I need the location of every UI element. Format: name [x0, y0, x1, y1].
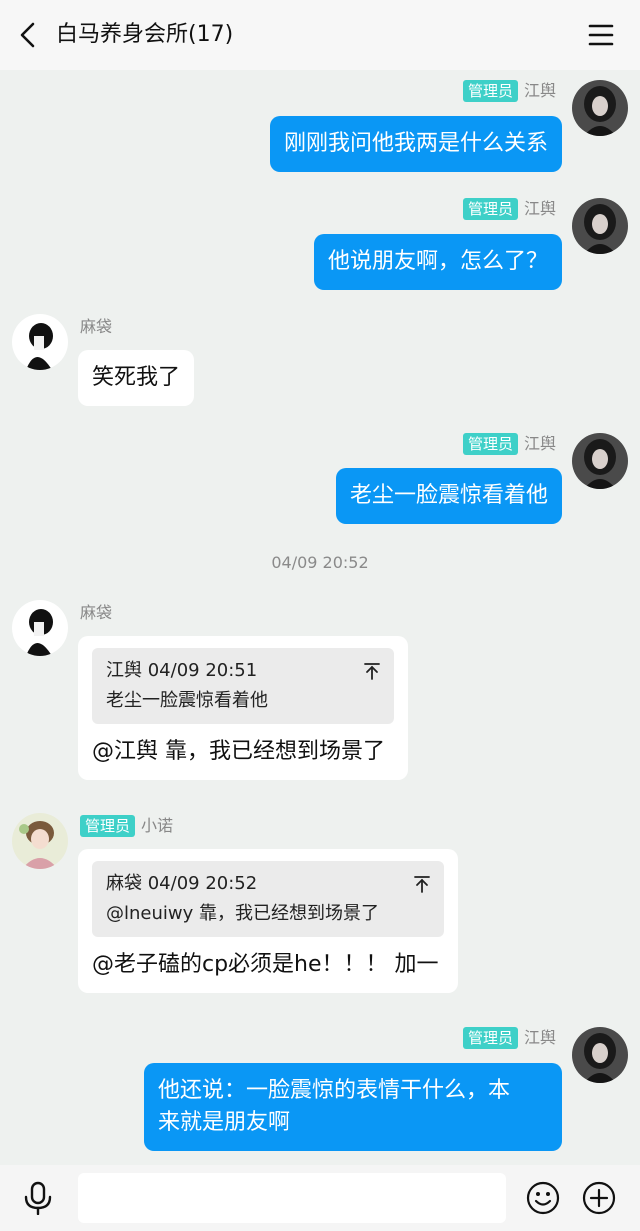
admin-badge: 管理员	[462, 80, 518, 102]
message-bubble[interactable]: 他说朋友啊，怎么了？	[313, 234, 562, 290]
admin-badge: 管理员	[462, 198, 518, 220]
quote-header: 麻袋 04/09 20:52	[106, 873, 258, 894]
message-text-line: 他还说：一脸震惊的表情干什么，本	[158, 1078, 511, 1103]
quote-header: 江舆 04/09 20:51	[106, 660, 258, 681]
sender-meta: 管理员 江舆	[462, 433, 556, 455]
message-text: @江舆 靠，我已经想到场景了	[92, 739, 385, 764]
message-bubble[interactable]: 他还说：一脸震惊的表情干什么，本 来就是朋友啊	[144, 1063, 562, 1151]
sender-meta: 管理员 小诺	[80, 815, 173, 837]
message-text: @老子磕的cp必须是he！！！ 加一	[92, 952, 439, 977]
admin-badge: 管理员	[80, 815, 136, 837]
plus-icon[interactable]	[582, 1181, 616, 1215]
avatar[interactable]	[572, 1027, 628, 1083]
sender-name: 麻袋	[80, 603, 113, 622]
avatar[interactable]	[572, 198, 628, 254]
microphone-icon[interactable]	[22, 1181, 54, 1216]
message-text: 笑死我了	[92, 365, 181, 390]
group-title: 白马养身会所(17)	[56, 22, 234, 47]
sender-meta: 麻袋	[80, 316, 112, 338]
avatar[interactable]	[12, 813, 68, 869]
message-bubble[interactable]: 麻袋 04/09 20:52 @lneuiwy 靠，我已经想到场景了 @老子磕的…	[78, 849, 458, 993]
avatar[interactable]	[572, 80, 628, 136]
sender-name: 江舆	[523, 434, 556, 453]
quote-text: 老尘一脸震惊看着他	[106, 690, 268, 711]
quoted-message[interactable]: 麻袋 04/09 20:52 @lneuiwy 靠，我已经想到场景了	[92, 861, 444, 937]
sender-meta: 麻袋	[80, 602, 112, 624]
message-text-line: 来就是朋友啊	[158, 1110, 291, 1135]
message-text: 他说朋友啊，怎么了？	[327, 249, 548, 274]
input-bar	[0, 1165, 640, 1231]
admin-badge: 管理员	[462, 433, 518, 455]
chat-area[interactable]: 管理员 江舆 刚刚我问他我两是什么关系 管理员 江舆 他说朋友啊，怎么了？ 麻袋 笑…	[0, 70, 640, 1165]
timestamp: 04/09 20:52	[271, 553, 369, 572]
emoji-icon[interactable]	[526, 1181, 560, 1215]
pin-top-icon[interactable]	[364, 660, 380, 680]
message-bubble[interactable]: 江舆 04/09 20:51 老尘一脸震惊看着他 @江舆 靠，我已经想到场景了	[78, 636, 408, 780]
quoted-message[interactable]: 江舆 04/09 20:51 老尘一脸震惊看着他	[92, 648, 394, 724]
sender-name: 麻袋	[80, 317, 113, 336]
message-bubble[interactable]: 老尘一脸震惊看着他	[335, 468, 562, 524]
avatar[interactable]	[12, 600, 68, 656]
message-bubble[interactable]: 刚刚我问他我两是什么关系	[269, 116, 562, 172]
sender-name: 小诺	[141, 816, 174, 835]
quote-text: @lneuiwy 靠，我已经想到场景了	[106, 903, 379, 924]
sender-name: 江舆	[523, 81, 556, 100]
back-arrow-icon[interactable]	[14, 20, 44, 50]
message-text: 刚刚我问他我两是什么关系	[283, 131, 548, 156]
admin-badge: 管理员	[462, 1027, 518, 1049]
avatar[interactable]	[572, 433, 628, 489]
chat-header: 白马养身会所(17)	[0, 0, 640, 70]
sender-name: 江舆	[523, 1028, 556, 1047]
sender-meta: 管理员 江舆	[462, 1027, 556, 1049]
sender-meta: 管理员 江舆	[462, 80, 556, 102]
avatar[interactable]	[12, 314, 68, 370]
pin-top-icon[interactable]	[414, 873, 430, 893]
message-text: 老尘一脸震惊看着他	[349, 483, 548, 508]
message-bubble[interactable]: 笑死我了	[78, 350, 195, 406]
message-input[interactable]	[78, 1173, 506, 1223]
sender-meta: 管理员 江舆	[462, 198, 556, 220]
sender-name: 江舆	[523, 199, 556, 218]
menu-icon[interactable]	[586, 20, 616, 50]
